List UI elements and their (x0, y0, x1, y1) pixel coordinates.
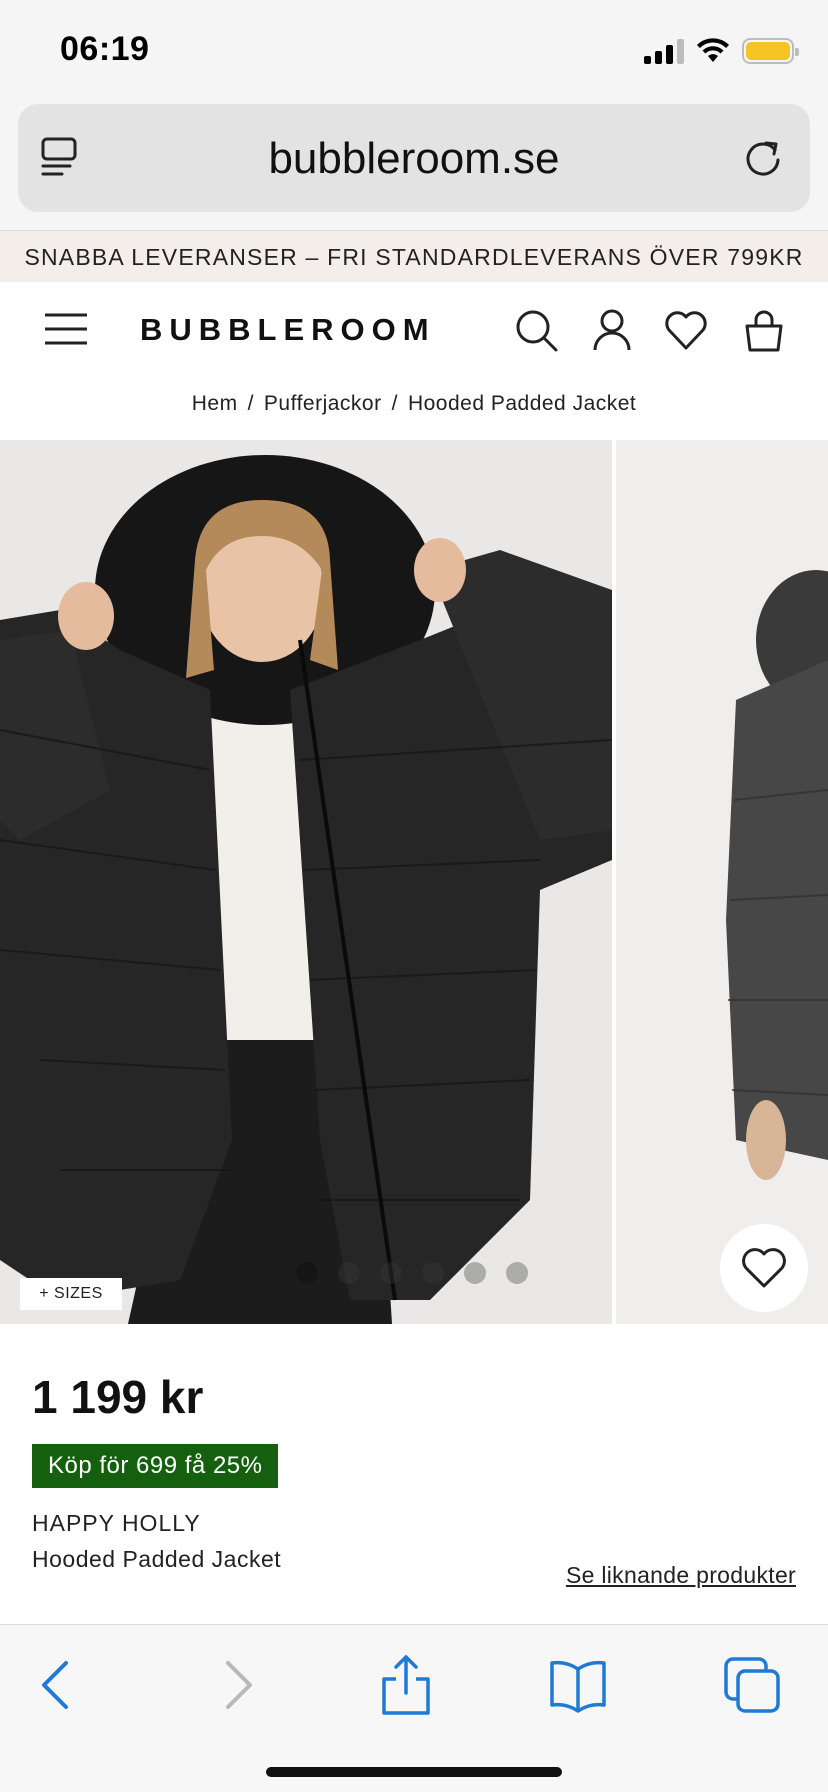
status-icons (644, 34, 799, 68)
pagination-dot[interactable] (422, 1262, 444, 1284)
breadcrumb-separator: / (391, 392, 398, 415)
product-photo-secondary[interactable] (616, 440, 828, 1324)
breadcrumb-item-current: Hooded Padded Jacket (407, 392, 637, 415)
site-logo[interactable]: BUBBLEROOM (140, 312, 436, 348)
share-icon[interactable] (376, 1655, 436, 1715)
account-icon[interactable] (590, 308, 634, 352)
bookmarks-icon[interactable] (548, 1655, 608, 1715)
product-photo-main[interactable] (0, 440, 612, 1324)
pagination-dot[interactable] (464, 1262, 486, 1284)
model-illustration-secondary (616, 440, 828, 1324)
similar-products-link[interactable]: Se liknande produkter (566, 1562, 796, 1589)
product-price: 1 199 kr (32, 1371, 204, 1423)
search-icon[interactable] (514, 308, 558, 352)
battery-icon (742, 38, 799, 64)
breadcrumb-item-category[interactable]: Pufferjackor (264, 392, 382, 415)
heart-icon (742, 1248, 786, 1288)
menu-icon[interactable] (44, 312, 88, 346)
forward-icon[interactable] (206, 1655, 266, 1715)
add-to-wishlist-button[interactable] (720, 1224, 808, 1312)
gallery-pagination[interactable] (296, 1262, 528, 1284)
pagination-dot[interactable] (296, 1262, 318, 1284)
wishlist-icon[interactable] (664, 308, 708, 352)
pagination-dot[interactable] (380, 1262, 402, 1284)
status-bar: 06:19 (0, 0, 828, 100)
breadcrumb-item-home[interactable]: Hem (192, 392, 238, 415)
status-time: 06:19 (60, 30, 150, 68)
breadcrumb-separator: / (247, 392, 254, 415)
browser-address-area: bubbleroom.se (0, 100, 828, 230)
promo-badge: Köp för 699 få 25% (32, 1444, 279, 1488)
promo-banner[interactable]: SNABBA LEVERANSER – FRI STANDARDLEVERANS… (0, 230, 828, 282)
promo-text: SNABBA LEVERANSER – FRI STANDARDLEVERANS… (24, 244, 804, 270)
address-bar[interactable]: bubbleroom.se (18, 104, 810, 212)
cart-icon[interactable] (742, 308, 786, 352)
home-indicator[interactable] (266, 1767, 562, 1777)
wifi-icon (697, 38, 729, 62)
browser-toolbar (0, 1624, 828, 1792)
pagination-dot[interactable] (338, 1262, 360, 1284)
cellular-signal-icon (644, 38, 684, 64)
pagination-dot[interactable] (506, 1262, 528, 1284)
model-illustration (0, 440, 612, 1324)
product-gallery[interactable]: + SIZES (0, 440, 828, 1324)
url-text[interactable]: bubbleroom.se (18, 134, 810, 184)
sizes-button[interactable]: + SIZES (20, 1278, 122, 1310)
product-name: Hooded Padded Jacket (32, 1546, 282, 1572)
back-icon[interactable] (28, 1655, 88, 1715)
reload-icon[interactable] (742, 136, 784, 180)
site-header: BUBBLEROOM (0, 282, 828, 382)
product-brand[interactable]: HAPPY HOLLY (32, 1510, 201, 1537)
breadcrumb: Hem / Pufferjackor / Hooded Padded Jacket (0, 384, 828, 440)
product-info: 1 199 kr Köp för 699 få 25% HAPPY HOLLY … (0, 1324, 828, 1624)
tabs-icon[interactable] (722, 1655, 782, 1715)
